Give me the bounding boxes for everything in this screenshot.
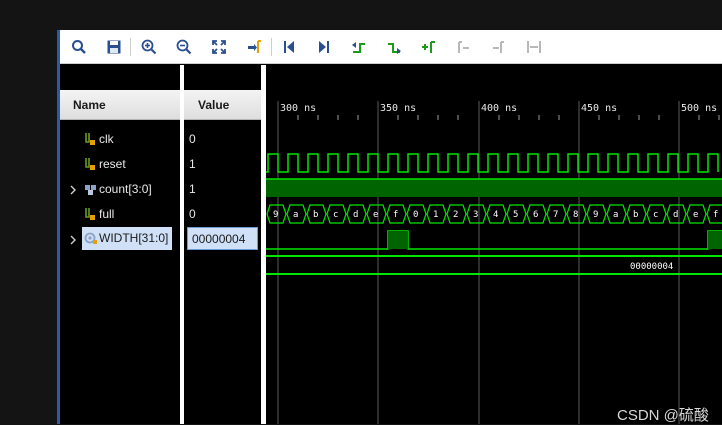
count-bus-value: 7	[553, 210, 558, 220]
count-bus-value: d	[353, 210, 358, 220]
next-transition-icon[interactable]	[383, 36, 405, 58]
count-bus-value: a	[293, 210, 298, 220]
full-waveform	[266, 230, 722, 250]
waveform-panel[interactable]: 300 ns 350 ns 400 ns 450 ns 500 ns 9 a b c d e f 0 1 2…	[266, 65, 722, 424]
signal-value: 0	[189, 132, 196, 146]
zoom-in-icon[interactable]	[138, 36, 160, 58]
count-bus-value: 9	[593, 210, 598, 220]
signal-row-reset[interactable]: reset	[60, 152, 180, 177]
signal-value-cell[interactable]: 00000004	[187, 227, 258, 250]
signal-value-cell[interactable]: 0	[184, 202, 261, 227]
waveform-toolbar	[60, 30, 722, 64]
next-marker-icon[interactable]	[488, 36, 510, 58]
signal-value: 0	[189, 207, 196, 221]
signal-value-cell[interactable]: 0	[184, 127, 261, 152]
time-tick-label: 450 ns	[581, 103, 617, 114]
single-bit-icon	[84, 207, 96, 221]
signal-name: reset	[99, 157, 126, 171]
time-tick-label: 300 ns	[280, 103, 316, 114]
name-column-header[interactable]: Name	[60, 90, 180, 120]
signal-names-panel: Name clk reset count[3:0] full WIDTH[31:0]	[60, 65, 180, 424]
signal-value-cell[interactable]: 1	[184, 152, 261, 177]
count-bus-value: b	[633, 210, 638, 220]
time-tick-label: 500 ns	[681, 103, 717, 114]
count-bus-value: a	[613, 210, 618, 220]
previous-transition-icon[interactable]	[348, 36, 370, 58]
swap-cursors-icon[interactable]	[523, 36, 545, 58]
count-bus-value: 4	[493, 210, 498, 220]
time-tick-label: 400 ns	[481, 103, 517, 114]
count-bus-value: 0	[413, 210, 418, 220]
previous-marker-icon[interactable]	[453, 36, 475, 58]
toolbar-separator	[271, 38, 272, 56]
signal-row-full[interactable]: full	[60, 202, 180, 227]
width-bus-value: 00000004	[630, 262, 673, 272]
parameter-icon	[84, 231, 97, 245]
count-bus-value: 5	[513, 210, 518, 220]
full-pulse-fill	[388, 231, 408, 249]
single-bit-icon	[84, 157, 96, 171]
go-to-end-icon[interactable]	[313, 36, 335, 58]
signal-value-cell[interactable]: 1	[184, 177, 261, 202]
search-icon[interactable]	[68, 36, 90, 58]
clk-waveform	[266, 153, 719, 173]
count-bus-value: b	[313, 210, 318, 220]
count-bus-value: d	[673, 210, 678, 220]
bus-icon	[84, 182, 96, 196]
zoom-out-icon[interactable]	[173, 36, 195, 58]
count-bus-value: 8	[573, 210, 578, 220]
signal-value: 1	[189, 157, 196, 171]
save-icon[interactable]	[103, 36, 125, 58]
background-left	[0, 0, 57, 424]
time-tick-label: 350 ns	[380, 103, 416, 114]
signal-name: WIDTH[31:0]	[99, 231, 169, 245]
count-bus-value: 2	[453, 210, 458, 220]
signal-name: count[3:0]	[99, 182, 152, 196]
single-bit-icon	[84, 132, 96, 146]
reset-waveform-fill	[266, 179, 722, 197]
count-bus-value: f	[393, 210, 398, 220]
zoom-fit-icon[interactable]	[208, 36, 230, 58]
count-bus-value: e	[693, 210, 698, 220]
signal-name: full	[99, 207, 115, 221]
signal-row-width310[interactable]: WIDTH[31:0]	[70, 227, 172, 250]
count-bus-value: 9	[273, 210, 278, 220]
watermark: CSDN @硫酸	[617, 407, 709, 424]
signal-values-panel: Value 0 1 1 0 00000004	[184, 65, 261, 424]
expand-chevron-icon[interactable]	[69, 183, 77, 195]
signal-name: clk	[99, 132, 114, 146]
count-bus-value: c	[333, 210, 338, 220]
full-pulse-fill	[708, 231, 722, 249]
expand-chevron-icon[interactable]	[69, 233, 77, 245]
go-to-cursor-icon[interactable]	[243, 36, 265, 58]
value-column-header[interactable]: Value	[184, 90, 261, 120]
add-marker-icon[interactable]	[418, 36, 440, 58]
background-top	[0, 0, 722, 30]
waveform-window: Name clk reset count[3:0] full WIDTH[31:0] V…	[57, 30, 722, 424]
count-bus-value: e	[373, 210, 378, 220]
signal-value: 00000004	[192, 232, 246, 246]
waveform-canvas[interactable]: 300 ns 350 ns 400 ns 450 ns 500 ns 9 a b c d e f 0 1 2…	[266, 65, 722, 424]
count-bus-value: f	[713, 210, 718, 220]
signal-row-clk[interactable]: clk	[60, 127, 180, 152]
signal-row-count30[interactable]: count[3:0]	[60, 177, 180, 202]
go-to-start-icon[interactable]	[278, 36, 300, 58]
toolbar-separator	[130, 38, 131, 56]
count-bus-value: 1	[433, 210, 438, 220]
count-bus-value: c	[653, 210, 658, 220]
count-bus-value: 3	[473, 210, 478, 220]
count-bus-value: 6	[533, 210, 538, 220]
signal-value: 1	[189, 182, 196, 196]
